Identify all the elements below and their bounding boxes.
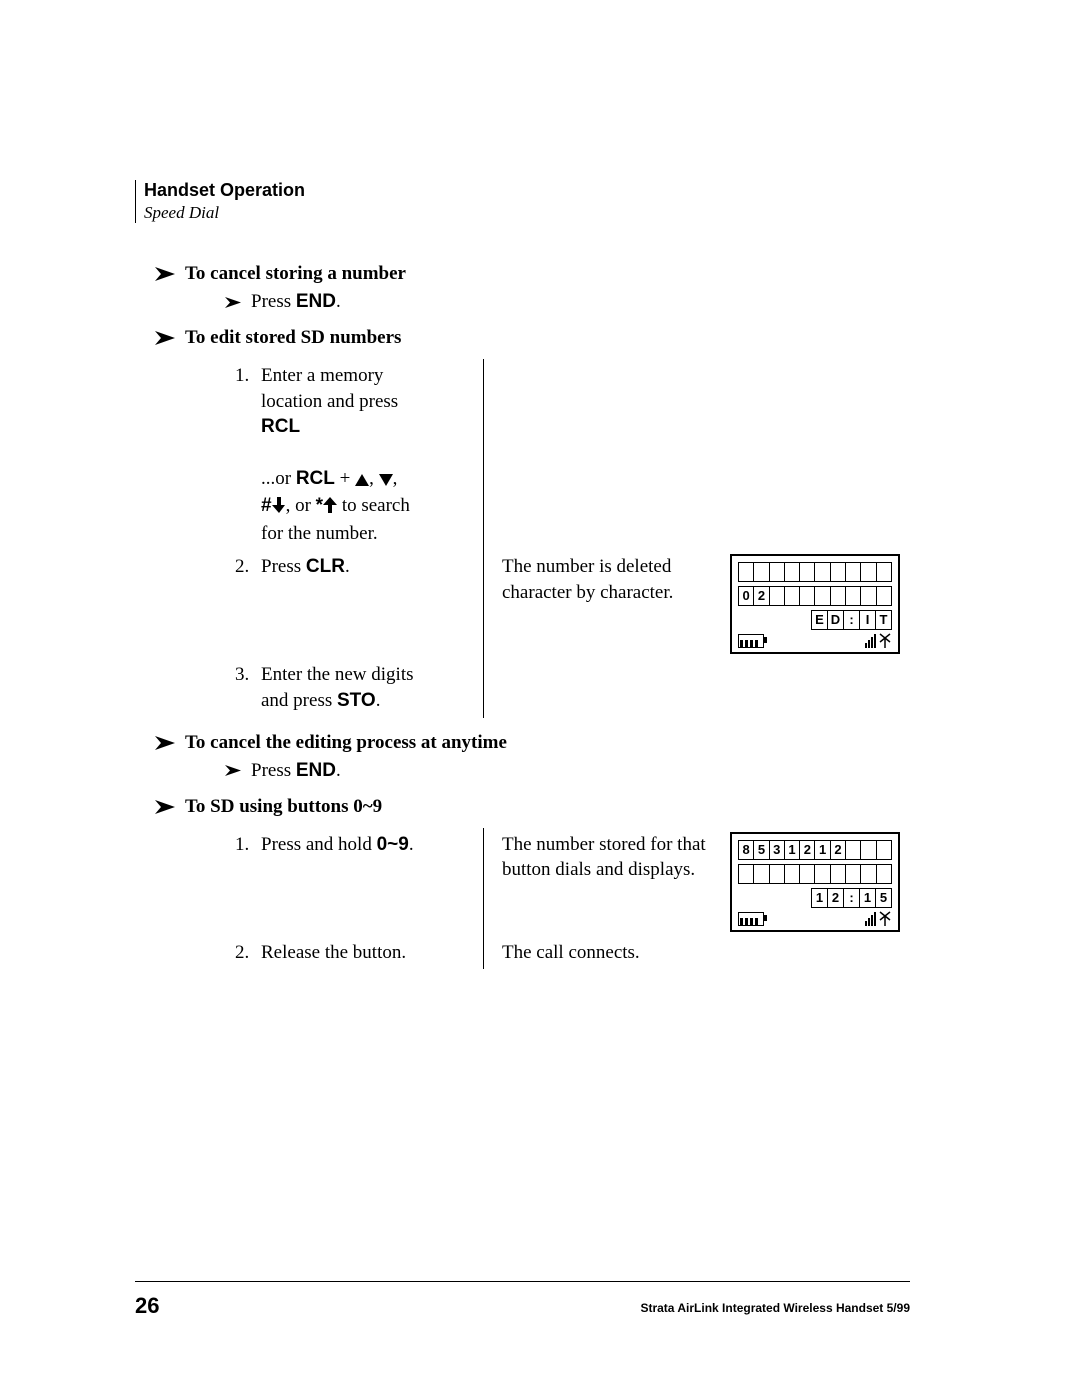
- section-title: To edit stored SD numbers: [155, 327, 910, 349]
- lcd-display-edit: 0 2 E D : I: [730, 554, 900, 654]
- lcd-row-1: 8 5 3 1 2 1 2: [738, 840, 892, 860]
- page: Handset Operation Speed Dial To cancel s…: [0, 0, 1080, 1397]
- battery-icon: [738, 912, 764, 926]
- section-sd-buttons: To SD using buttons 0~9 1. Press and hol…: [155, 796, 910, 970]
- section-cancel-storing: To cancel storing a number Press END.: [155, 263, 910, 313]
- lcd-row-2: [738, 864, 892, 884]
- lcd-status-bar: [738, 634, 892, 648]
- step-1-right: 8 5 3 1 2 1 2: [730, 828, 910, 936]
- page-number: 26: [135, 1293, 159, 1319]
- column-divider: [483, 828, 484, 936]
- arrowhead-icon: [155, 267, 175, 281]
- footer-text: Strata AirLink Integrated Wireless Hands…: [640, 1301, 910, 1315]
- header-subtitle: Speed Dial: [144, 203, 910, 223]
- step-1-right: [730, 359, 910, 550]
- column-divider: [483, 359, 484, 550]
- substep-text: Press END.: [251, 291, 341, 313]
- battery-icon: [738, 634, 764, 648]
- arrowhead-icon: [155, 800, 175, 814]
- step-2-mid: The call connects.: [502, 936, 712, 970]
- step-2-left: 2. Release the button.: [235, 936, 465, 970]
- step-1-left: 1. Enter a memory location and press RCL…: [235, 359, 465, 550]
- steps-table: 1. Enter a memory location and press RCL…: [235, 359, 910, 718]
- arrow-down-bold-icon: [272, 495, 286, 521]
- lcd-status-bar: [738, 912, 892, 926]
- triangle-down-icon: [379, 468, 393, 494]
- step-2-mid: The number is deleted character by chara…: [502, 550, 712, 658]
- arrowhead-icon: [155, 736, 175, 750]
- triangle-up-icon: [355, 468, 369, 494]
- step-1-mid: The number stored for that button dials …: [502, 828, 712, 936]
- arrow-up-bold-icon: [323, 495, 337, 521]
- substep-text: Press END.: [251, 760, 341, 782]
- column-divider: [483, 936, 484, 970]
- section-title-text: To SD using buttons 0~9: [185, 796, 382, 818]
- lcd-row-3: E D : I T: [738, 610, 892, 630]
- step-3-mid: [502, 658, 712, 717]
- arrowhead-icon: [155, 331, 175, 345]
- step-3-left: 3. Enter the new digits and press STO.: [235, 658, 465, 717]
- substep: Press END.: [225, 760, 910, 782]
- step-2-right: [730, 936, 910, 970]
- section-title: To SD using buttons 0~9: [155, 796, 910, 818]
- section-title: To cancel storing a number: [155, 263, 910, 285]
- step-2-left: 2. Press CLR.: [235, 550, 465, 658]
- substep: Press END.: [225, 291, 910, 313]
- lcd-row-2: 0 2: [738, 586, 892, 606]
- lcd-row-1: [738, 562, 892, 582]
- section-title-text: To edit stored SD numbers: [185, 327, 401, 349]
- steps-table: 1. Press and hold 0~9. The number stored…: [235, 828, 910, 970]
- lcd-display-dial: 8 5 3 1 2 1 2: [730, 832, 900, 932]
- step-3-right: [730, 658, 910, 717]
- step-1-left: 1. Press and hold 0~9.: [235, 828, 465, 936]
- section-title: To cancel the editing process at anytime: [155, 732, 910, 754]
- signal-icon: [865, 912, 892, 926]
- section-title-text: To cancel storing a number: [185, 263, 406, 285]
- antenna-icon: [878, 634, 892, 648]
- section-edit-stored: To edit stored SD numbers 1. Enter a mem…: [155, 327, 910, 718]
- step-2-right: 0 2 E D : I: [730, 550, 910, 658]
- section-title-text: To cancel the editing process at anytime: [185, 732, 507, 754]
- header-block: Handset Operation Speed Dial: [135, 180, 910, 223]
- column-divider: [483, 658, 484, 717]
- section-cancel-editing: To cancel the editing process at anytime…: [155, 732, 910, 782]
- antenna-icon: [878, 912, 892, 926]
- lcd-row-3: 1 2 : 1 5: [738, 888, 892, 908]
- signal-icon: [865, 634, 892, 648]
- header-title: Handset Operation: [144, 180, 910, 201]
- arrowhead-small-icon: [225, 765, 241, 776]
- step-1-mid: [502, 359, 712, 550]
- arrowhead-small-icon: [225, 297, 241, 308]
- column-divider: [483, 550, 484, 658]
- footer-rule: [135, 1281, 910, 1282]
